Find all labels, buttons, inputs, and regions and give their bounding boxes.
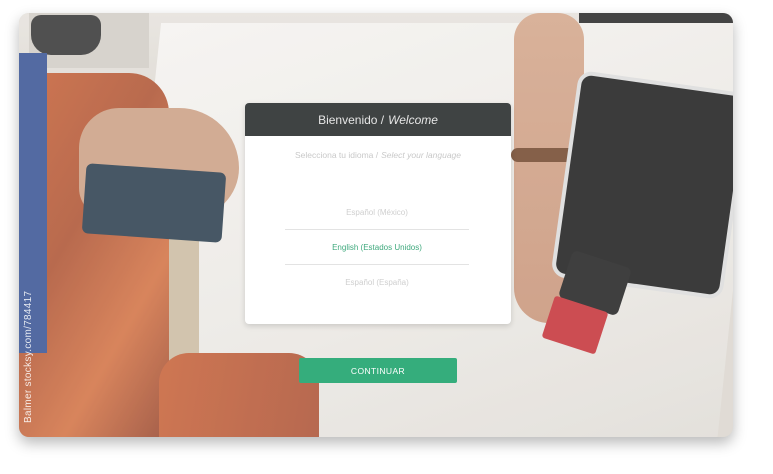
dialog-title-spanish: Bienvenido / <box>318 112 385 127</box>
dialog-title-english: Welcome <box>388 112 438 127</box>
subtitle-english: Select your language <box>381 150 462 160</box>
dialog-subtitle: Selecciona tu idioma / Select your langu… <box>245 150 511 160</box>
photo-watermark: Balmer stocksy.com/784417 <box>23 290 34 423</box>
language-list: Español (México) English (Estados Unidos… <box>285 195 469 299</box>
language-option-es-mx[interactable]: Español (México) <box>285 195 469 230</box>
continue-button[interactable]: CONTINUAR <box>299 358 457 383</box>
language-option-en-us[interactable]: English (Estados Unidos) <box>285 230 469 265</box>
subtitle-spanish: Selecciona tu idioma / <box>294 150 379 160</box>
language-option-es-es[interactable]: Español (España) <box>285 265 469 299</box>
dialog-header: Bienvenido / Welcome <box>245 103 511 136</box>
language-dialog: Bienvenido / Welcome Selecciona tu idiom… <box>245 103 511 324</box>
